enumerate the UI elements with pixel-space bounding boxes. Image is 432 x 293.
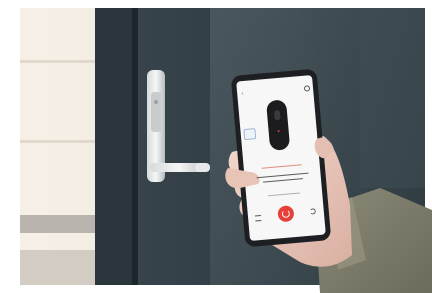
photo-scene: ‹	[0, 0, 432, 293]
smart-lock-image	[265, 99, 291, 151]
window-sill	[20, 215, 98, 233]
lock-key-slot	[273, 109, 281, 121]
photo-background	[0, 0, 432, 293]
floor-reflection	[20, 250, 98, 285]
smart-lock-keypad	[151, 92, 161, 132]
door-frame	[95, 8, 135, 285]
unlock-button[interactable]	[277, 205, 295, 223]
device-badge	[243, 128, 257, 141]
window-glare	[20, 8, 98, 285]
lock-status-text	[261, 164, 302, 169]
hint-text-line	[268, 192, 301, 197]
back-icon[interactable]: ‹	[241, 90, 244, 97]
window-mullion	[20, 60, 98, 63]
smart-lock-key-cylinder	[154, 100, 158, 104]
lock-led	[277, 130, 280, 133]
refresh-icon[interactable]	[309, 208, 317, 215]
instruction-text-line-2	[262, 178, 303, 183]
window-mullion-2	[20, 140, 98, 143]
door-handle-tip	[195, 163, 210, 172]
phone-app-screen: ‹	[236, 75, 326, 241]
menu-icon[interactable]	[254, 214, 262, 222]
power-icon	[281, 209, 291, 219]
door-edge	[132, 8, 138, 285]
settings-icon[interactable]	[303, 85, 311, 92]
door-reflection	[360, 8, 425, 188]
